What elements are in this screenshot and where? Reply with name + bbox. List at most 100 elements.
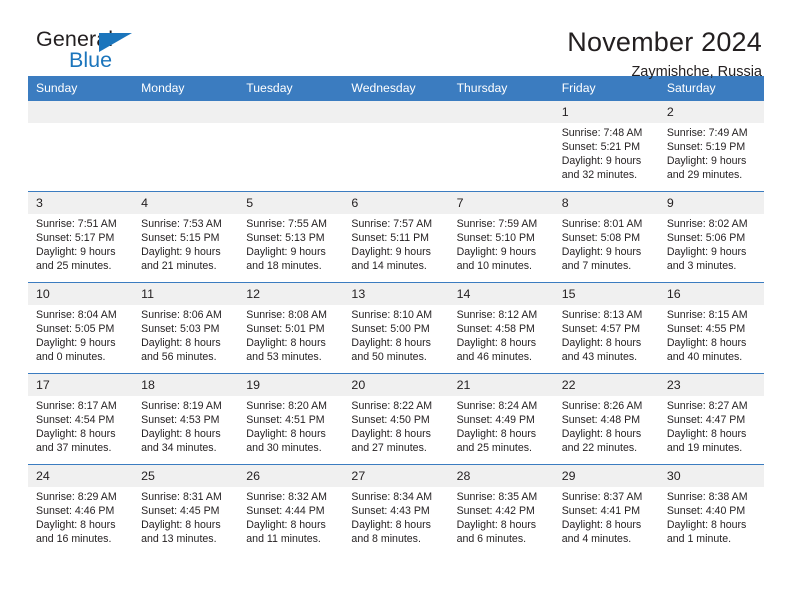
day-detail-daylight1: Daylight: 8 hours (141, 519, 221, 532)
location-subtitle: Zaymishche, Russia (631, 64, 762, 80)
day-detail-daylight1: Daylight: 8 hours (351, 337, 431, 350)
calendar-day-cell[interactable]: 27 Sunrise: 8:34 AM Sunset: 4:43 PM Dayligh… (343, 464, 449, 555)
day-detail-sunset: Sunset: 4:55 PM (666, 323, 746, 336)
calendar-day-cell[interactable]: 25 Sunrise: 8:31 AM Sunset: 4:45 PM Dayligh… (133, 464, 239, 555)
day-number (238, 101, 344, 123)
calendar-day-cell[interactable]: 2 Sunrise: 7:49 AM Sunset: 5:19 PM Daylight… (658, 101, 764, 192)
day-number: 28 (448, 465, 554, 487)
day-details: Sunrise: 7:48 AM Sunset: 5:21 PM Daylight:… (554, 123, 659, 182)
day-detail-sunset: Sunset: 5:15 PM (141, 232, 220, 245)
day-detail-daylight2: and 40 minutes. (666, 351, 743, 364)
calendar-day-cell[interactable]: 24 Sunrise: 8:29 AM Sunset: 4:46 PM Dayligh… (28, 464, 134, 555)
day-number: 30 (658, 465, 764, 487)
day-detail-sunrise: Sunrise: 7:51 AM (36, 218, 117, 230)
day-details: Sunrise: 8:31 AM Sunset: 4:45 PM Daylight:… (133, 487, 238, 546)
day-detail-daylight2: and 0 minutes. (36, 351, 106, 364)
calendar-day-cell[interactable]: 30 Sunrise: 8:38 AM Sunset: 4:40 PM Dayligh… (658, 464, 764, 555)
day-detail-daylight2: and 43 minutes. (561, 351, 638, 364)
calendar-day-cell[interactable]: 7 Sunrise: 7:59 AM Sunset: 5:10 PM Daylight… (448, 191, 554, 283)
calendar-day-cell[interactable]: 15 Sunrise: 8:13 AM Sunset: 4:57 PM Dayligh… (553, 282, 659, 374)
day-detail-daylight2: and 21 minutes. (141, 260, 217, 273)
calendar-day-cell[interactable]: 6 Sunrise: 7:57 AM Sunset: 5:11 PM Daylight… (343, 191, 449, 283)
day-details: Sunrise: 7:53 AM Sunset: 5:15 PM Daylight:… (133, 214, 238, 273)
day-detail-sunrise: Sunrise: 7:59 AM (456, 218, 538, 230)
day-number (28, 101, 134, 123)
calendar-week-row: 10 Sunrise: 8:04 AM Sunset: 5:05 PM Dayligh… (28, 282, 764, 374)
day-detail-sunset: Sunset: 5:08 PM (561, 232, 641, 245)
day-number: 11 (133, 283, 239, 305)
calendar-day-cell[interactable]: 12 Sunrise: 8:08 AM Sunset: 5:01 PM Dayligh… (238, 282, 344, 374)
day-number: 21 (448, 374, 554, 396)
calendar-day-cell[interactable]: 19 Sunrise: 8:20 AM Sunset: 4:51 PM Dayligh… (238, 373, 344, 465)
calendar-day-cell[interactable]: 16 Sunrise: 8:15 AM Sunset: 4:55 PM Dayligh… (658, 282, 764, 374)
day-detail-daylight2: and 16 minutes. (36, 533, 112, 546)
calendar-day-cell[interactable]: 14 Sunrise: 8:12 AM Sunset: 4:58 PM Dayligh… (448, 282, 554, 374)
calendar-day-cell[interactable]: 4 Sunrise: 7:53 AM Sunset: 5:15 PM Daylight… (133, 191, 239, 283)
calendar-day-cell[interactable]: 23 Sunrise: 8:27 AM Sunset: 4:47 PM Dayligh… (658, 373, 764, 465)
day-details: Sunrise: 8:04 AM Sunset: 5:05 PM Daylight:… (28, 305, 133, 364)
calendar-day-cell[interactable]: 20 Sunrise: 8:22 AM Sunset: 4:50 PM Dayligh… (343, 373, 449, 465)
day-detail-sunset: Sunset: 5:06 PM (666, 232, 746, 245)
day-detail-daylight1: Daylight: 8 hours (351, 519, 431, 532)
day-detail-daylight2: and 34 minutes. (141, 442, 217, 455)
day-detail-sunset: Sunset: 5:17 PM (36, 232, 115, 245)
calendar-day-cell[interactable]: 3 Sunrise: 7:51 AM Sunset: 5:17 PM Daylight… (28, 191, 134, 283)
day-number: 19 (238, 374, 344, 396)
day-details: Sunrise: 7:51 AM Sunset: 5:17 PM Daylight:… (28, 214, 133, 273)
day-detail-daylight2: and 27 minutes. (351, 442, 427, 455)
day-detail-daylight1: Daylight: 9 hours (351, 246, 431, 259)
day-number: 4 (133, 192, 239, 214)
day-number: 18 (133, 374, 239, 396)
day-detail-sunset: Sunset: 4:43 PM (351, 505, 430, 518)
day-detail-sunset: Sunset: 4:53 PM (141, 414, 220, 427)
day-detail-sunset: Sunset: 4:57 PM (561, 323, 641, 336)
day-detail-daylight1: Daylight: 8 hours (666, 428, 747, 441)
day-number: 27 (343, 465, 449, 487)
day-detail-sunrise: Sunrise: 8:20 AM (246, 400, 327, 412)
calendar-day-cell[interactable]: 17 Sunrise: 8:17 AM Sunset: 4:54 PM Dayligh… (28, 373, 134, 465)
day-details: Sunrise: 8:26 AM Sunset: 4:48 PM Daylight:… (554, 396, 659, 455)
day-detail-sunset: Sunset: 4:58 PM (456, 323, 535, 336)
day-detail-sunrise: Sunrise: 8:04 AM (36, 309, 117, 321)
calendar-day-cell[interactable]: 28 Sunrise: 8:35 AM Sunset: 4:42 PM Dayligh… (448, 464, 554, 555)
day-detail-daylight2: and 32 minutes. (561, 169, 638, 182)
calendar-week-row: 1 Sunrise: 7:48 AM Sunset: 5:21 PM Daylight… (28, 101, 764, 192)
calendar-cell-empty (343, 101, 449, 192)
calendar-day-cell[interactable]: 10 Sunrise: 8:04 AM Sunset: 5:05 PM Dayligh… (28, 282, 134, 374)
day-detail-daylight1: Daylight: 8 hours (456, 428, 537, 441)
day-detail-daylight1: Daylight: 8 hours (666, 519, 747, 532)
day-number: 16 (658, 283, 764, 305)
calendar-day-cell[interactable]: 21 Sunrise: 8:24 AM Sunset: 4:49 PM Dayligh… (448, 373, 554, 465)
day-detail-daylight2: and 25 minutes. (456, 442, 532, 455)
day-detail-sunset: Sunset: 4:42 PM (456, 505, 535, 518)
calendar-day-cell[interactable]: 9 Sunrise: 8:02 AM Sunset: 5:06 PM Daylight… (658, 191, 764, 283)
day-detail-sunset: Sunset: 4:54 PM (36, 414, 115, 427)
calendar-day-cell[interactable]: 29 Sunrise: 8:37 AM Sunset: 4:41 PM Dayligh… (553, 464, 659, 555)
calendar-day-cell[interactable]: 18 Sunrise: 8:19 AM Sunset: 4:53 PM Dayligh… (133, 373, 239, 465)
page-header: General Blue November 2024 Zaymishche, R… (28, 0, 764, 80)
day-detail-sunrise: Sunrise: 7:55 AM (246, 218, 327, 230)
calendar-day-cell[interactable]: 5 Sunrise: 7:55 AM Sunset: 5:13 PM Daylight… (238, 191, 344, 283)
day-detail-sunset: Sunset: 5:00 PM (351, 323, 430, 336)
calendar-day-cell[interactable]: 22 Sunrise: 8:26 AM Sunset: 4:48 PM Dayligh… (553, 373, 659, 465)
day-detail-sunset: Sunset: 5:19 PM (666, 141, 746, 154)
day-number (343, 101, 449, 123)
day-details: Sunrise: 8:24 AM Sunset: 4:49 PM Daylight:… (449, 396, 554, 455)
calendar-day-cell[interactable]: 13 Sunrise: 8:10 AM Sunset: 5:00 PM Dayligh… (343, 282, 449, 374)
day-detail-daylight2: and 50 minutes. (351, 351, 427, 364)
day-detail-sunrise: Sunrise: 8:22 AM (351, 400, 433, 412)
day-detail-sunrise: Sunrise: 8:12 AM (456, 309, 538, 321)
day-detail-sunrise: Sunrise: 8:27 AM (666, 400, 748, 412)
weekday-header-wednesday: Wednesday (343, 76, 449, 101)
calendar-day-cell[interactable]: 26 Sunrise: 8:32 AM Sunset: 4:44 PM Dayligh… (238, 464, 344, 555)
calendar-day-cell[interactable]: 11 Sunrise: 8:06 AM Sunset: 5:03 PM Dayligh… (133, 282, 239, 374)
calendar-day-cell[interactable]: 1 Sunrise: 7:48 AM Sunset: 5:21 PM Daylight… (553, 101, 659, 192)
day-number (448, 101, 554, 123)
calendar-day-cell[interactable]: 8 Sunrise: 8:01 AM Sunset: 5:08 PM Daylight… (553, 191, 659, 283)
day-details: Sunrise: 8:38 AM Sunset: 4:40 PM Daylight:… (659, 487, 764, 546)
day-number: 1 (553, 101, 659, 123)
day-detail-daylight1: Daylight: 8 hours (246, 428, 326, 441)
day-detail-sunset: Sunset: 4:45 PM (141, 505, 220, 518)
day-detail-sunset: Sunset: 4:50 PM (351, 414, 430, 427)
day-detail-sunrise: Sunrise: 8:02 AM (666, 218, 748, 230)
